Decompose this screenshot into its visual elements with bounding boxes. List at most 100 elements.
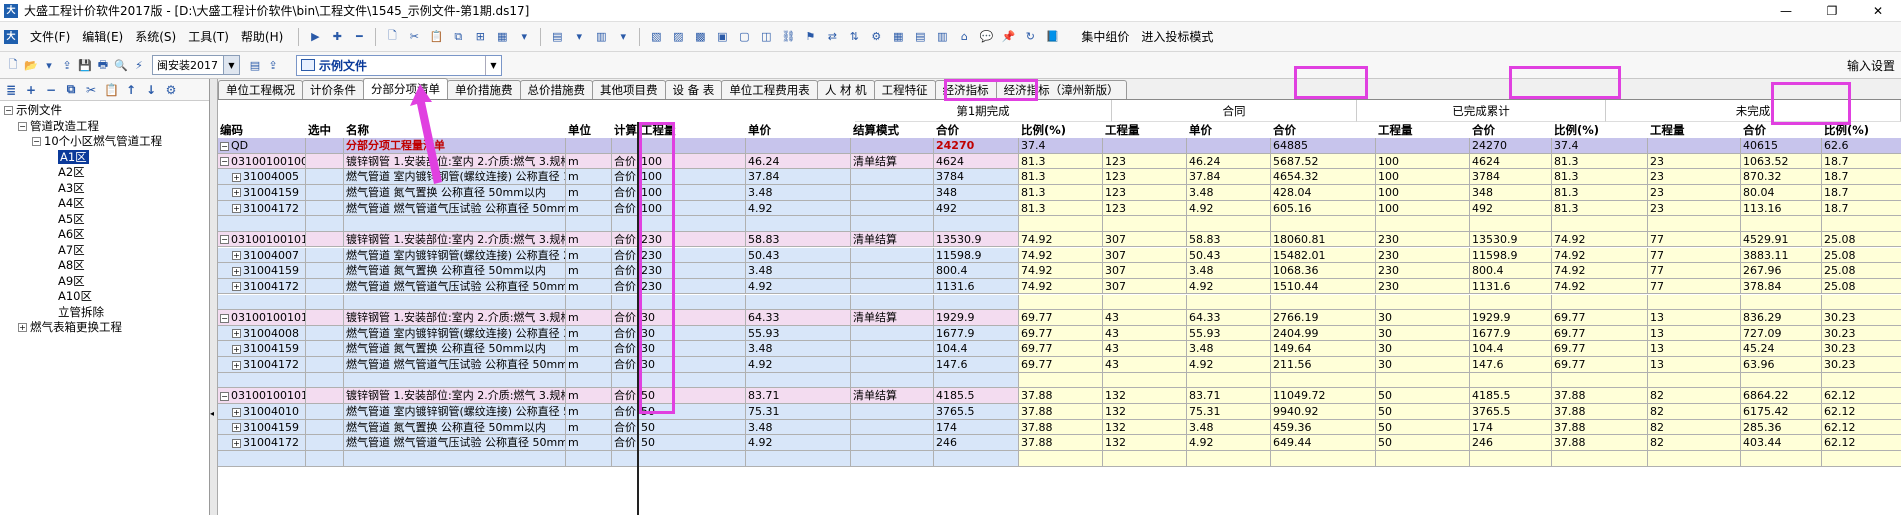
centralized-pricing-button[interactable]: 集中组价	[1075, 28, 1135, 45]
save-icon[interactable]: 💾	[76, 56, 94, 74]
grid-cell[interactable]	[639, 372, 746, 389]
grid-cell[interactable]: 24270	[934, 138, 1019, 154]
grid-cell[interactable]: 64.33	[1187, 310, 1271, 326]
grid-cell[interactable]: 74.92	[1019, 263, 1103, 279]
grid-cell[interactable]: 307	[1103, 263, 1187, 279]
import-icon[interactable]: ◫	[757, 28, 775, 46]
grid-cell[interactable]: 50	[1376, 435, 1470, 451]
grid-cell[interactable]: 62.12	[1822, 435, 1901, 451]
grid-cell[interactable]: 64.33	[746, 310, 851, 326]
tab-8[interactable]: 人 材 机	[816, 80, 875, 99]
grid-cell[interactable]	[1103, 138, 1187, 154]
tree-node[interactable]: A5区	[0, 212, 209, 228]
grid-cell[interactable]: 30	[639, 357, 746, 373]
grid-cell[interactable]: 123	[1103, 169, 1187, 185]
collapse-minus-icon[interactable]: −	[220, 157, 229, 167]
grid-cell[interactable]	[1552, 294, 1648, 311]
grid-cell[interactable]: 81.3	[1552, 200, 1648, 217]
grid-cell[interactable]: 605.16	[1271, 200, 1376, 217]
grid-cell[interactable]: +31004007	[218, 247, 306, 264]
grid-cell[interactable]: 132	[1103, 404, 1187, 420]
paste-icon[interactable]: 📋	[427, 28, 445, 46]
grid-cell[interactable]	[1103, 294, 1187, 311]
grid-cell[interactable]: 378.84	[1741, 278, 1822, 295]
grid-cell[interactable]: 合价	[612, 247, 639, 264]
grid-cell[interactable]: 4185.5	[1470, 388, 1552, 404]
grid-cell[interactable]: 合价	[612, 184, 639, 201]
grid-cell[interactable]	[1019, 216, 1103, 232]
grid-cell[interactable]: 燃气管道 氮气置换 公称直径 50mm以内	[344, 341, 566, 358]
grid-cell[interactable]: 1063.52	[1741, 153, 1822, 170]
grid-cell[interactable]	[851, 451, 934, 467]
tree-node[interactable]: A9区	[0, 274, 209, 290]
grid-cell[interactable]: 37.88	[1019, 388, 1103, 404]
grid2-icon[interactable]: ▤	[911, 28, 929, 46]
add-icon[interactable]: ✚	[328, 28, 346, 46]
grid-cell[interactable]: 113.16	[1741, 200, 1822, 217]
grid-cell[interactable]	[612, 294, 639, 311]
table-row[interactable]: +31004172 燃气管道 燃气管道气压试验 公称直径 50mm以内 m 合价 230…	[218, 278, 1901, 295]
grid-cell[interactable]: 4.92	[1187, 200, 1271, 217]
grid-cell[interactable]: 23	[1648, 153, 1741, 170]
grid-cell[interactable]: 69.77	[1552, 310, 1648, 326]
grid-cell[interactable]: +31004172	[218, 435, 306, 451]
grid-cell[interactable]: 18060.81	[1271, 231, 1376, 248]
grid-cell[interactable]	[306, 310, 344, 326]
close-button[interactable]: ✕	[1855, 0, 1901, 22]
grid-cell[interactable]: 74.92	[1019, 278, 1103, 295]
transfer-icon[interactable]: ⇄	[823, 28, 841, 46]
grid-cell[interactable]: 46.24	[1187, 153, 1271, 170]
grid-cell[interactable]	[306, 263, 344, 279]
move-up-icon[interactable]: ↑	[124, 83, 138, 97]
bid-mode-button[interactable]: 进入投标模式	[1135, 28, 1219, 45]
grid-cell[interactable]	[1103, 372, 1187, 389]
grid-cell[interactable]: −031001001011	[218, 310, 306, 326]
grid-cell[interactable]: 62.12	[1822, 388, 1901, 404]
settings-icon[interactable]: ⚙	[867, 28, 885, 46]
chart-icon[interactable]: ▧	[647, 28, 665, 46]
tree-node[interactable]: − 管道改造工程	[0, 119, 209, 135]
grid-cell[interactable]: 3.48	[1187, 341, 1271, 358]
expand-toggle-icon[interactable]: +	[18, 323, 27, 332]
grid-cell[interactable]: 100	[639, 169, 746, 185]
grid-cell[interactable]	[934, 216, 1019, 232]
grid-cell[interactable]	[851, 435, 934, 451]
table-row[interactable]: +31004172 燃气管道 燃气管道气压试验 公称直径 50mm以内 m 合价 100…	[218, 200, 1901, 217]
grid-cell[interactable]: 348	[1470, 184, 1552, 201]
grid-cell[interactable]: 燃气管道 燃气管道气压试验 公称直径 50mm以内	[344, 278, 566, 295]
grid-cell[interactable]: −031001001009	[218, 153, 306, 170]
grid-cell[interactable]: 30.23	[1822, 357, 1901, 373]
column-header[interactable]: 比例(%)	[1822, 122, 1901, 138]
grid-cell[interactable]	[1376, 294, 1470, 311]
grid-cell[interactable]: m	[566, 231, 612, 248]
grid-cell[interactable]: 37.84	[1187, 169, 1271, 185]
grid-cell[interactable]: 1677.9	[1470, 325, 1552, 342]
dropdown-icon[interactable]: ▾	[515, 28, 533, 46]
grid-cell[interactable]: +31004005	[218, 169, 306, 185]
grid-cell[interactable]	[746, 294, 851, 311]
grid-cell[interactable]: 50	[639, 435, 746, 451]
grid-cell[interactable]: 镀锌钢管 1.安装部位:室内 2.介质:燃气 3.规格:	[344, 153, 566, 170]
tab-7[interactable]: 单位工程费用表	[721, 80, 818, 99]
grid-cell[interactable]: 37.4	[1552, 138, 1648, 154]
grid-cell[interactable]: 63.96	[1741, 357, 1822, 373]
grid-cell[interactable]: 81.3	[1552, 184, 1648, 201]
grid-cell[interactable]	[306, 294, 344, 311]
grid-cell[interactable]	[1741, 216, 1822, 232]
grid-cell[interactable]: +31004159	[218, 184, 306, 201]
restore-button[interactable]: ❐	[1809, 0, 1855, 22]
grid-cell[interactable]: 4624	[934, 153, 1019, 170]
grid-cell[interactable]: 74.92	[1019, 247, 1103, 264]
tab-1[interactable]: 计价条件	[302, 80, 364, 99]
grid-cell[interactable]: 230	[1376, 278, 1470, 295]
grid-cell[interactable]: 18.7	[1822, 153, 1901, 170]
grid-cell[interactable]: 30	[1376, 357, 1470, 373]
grid-cell[interactable]: 清单结算	[851, 388, 934, 404]
tree-node[interactable]: A4区	[0, 196, 209, 212]
grid-cell[interactable]: 43	[1103, 325, 1187, 342]
grid-cell[interactable]: m	[566, 388, 612, 404]
tab-11[interactable]: 经济指标（漳州新版）	[995, 80, 1127, 99]
grid-cell[interactable]: 37.88	[1552, 419, 1648, 436]
grid-cell[interactable]: 69.77	[1552, 357, 1648, 373]
grid-cell[interactable]: 81.3	[1552, 153, 1648, 170]
